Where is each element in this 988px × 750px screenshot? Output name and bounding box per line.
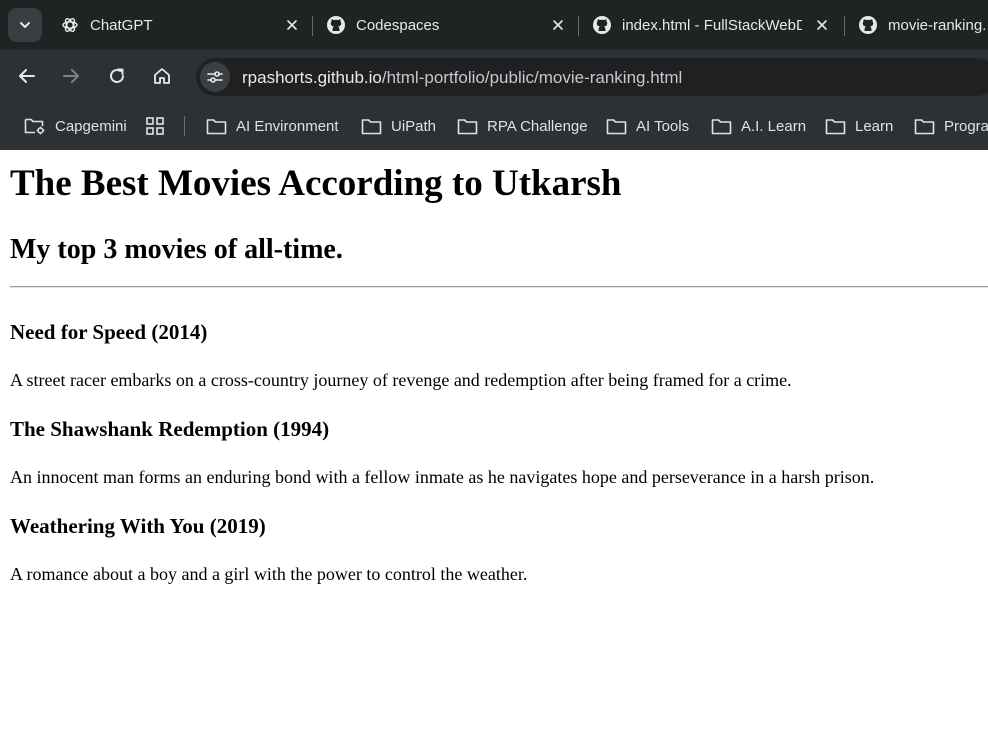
tab-title: Codespaces — [356, 16, 440, 34]
folder-icon — [606, 118, 627, 134]
arrow-right-icon — [63, 69, 79, 83]
web-page: The Best Movies According to Utkarsh My … — [0, 150, 988, 750]
movie-description: An innocent man forms an enduring bond w… — [10, 467, 875, 487]
bookmark-label: Learn — [855, 117, 894, 135]
url-domain: rpashorts.github.io — [242, 68, 382, 87]
apps-grid-icon — [146, 117, 164, 135]
close-tab-icon[interactable] — [814, 17, 830, 33]
bookmark-folder-ai-environment[interactable]: AI Environment — [206, 116, 339, 136]
tab-codespaces[interactable]: Codespaces — [326, 6, 566, 44]
bookmarks-divider — [184, 116, 185, 136]
folder-icon — [206, 118, 227, 134]
bookmark-label: AI Tools — [636, 117, 690, 135]
github-logo-icon — [326, 15, 346, 35]
page-title: The Best Movies According to Utkarsh — [10, 163, 622, 204]
tab-chatgpt[interactable]: ChatGPT — [60, 6, 300, 44]
github-logo-icon — [858, 15, 878, 35]
arrow-left-icon — [19, 69, 35, 83]
reload-button[interactable] — [104, 63, 130, 89]
bookmark-label: Capgemini — [55, 117, 127, 135]
tab-strip: ChatGPT Codespaces index.html - FullStac… — [0, 0, 988, 50]
back-button[interactable] — [14, 63, 40, 89]
bookmark-label: AI Environment — [236, 117, 339, 135]
movie-title: The Shawshank Redemption (1994) — [10, 417, 330, 441]
reload-icon — [110, 68, 124, 83]
bookmark-capgemini[interactable]: Capgemini — [24, 116, 127, 136]
address-bar[interactable]: rpashorts.github.io/html-portfolio/publi… — [196, 58, 988, 96]
bookmark-label: Progra — [944, 117, 988, 135]
bookmark-folder-learn[interactable]: Learn — [825, 116, 893, 136]
page-subtitle: My top 3 movies of all-time. — [10, 234, 343, 265]
tab-search-button[interactable] — [8, 8, 42, 42]
bookmark-folder-programming[interactable]: Progra — [914, 116, 988, 136]
github-logo-icon — [592, 15, 612, 35]
bookmarks-bar: Capgemini AI Environment UiPath RPA Chal… — [0, 100, 988, 150]
forward-button[interactable] — [58, 63, 84, 89]
apps-button[interactable] — [146, 116, 173, 136]
tab-title: index.html - FullStackWebD — [622, 16, 802, 34]
divider — [10, 286, 988, 288]
bookmark-label: A.I. Learn — [741, 117, 807, 135]
browser-toolbar: rpashorts.github.io/html-portfolio/publi… — [0, 50, 988, 100]
bookmark-folder-ai-tools[interactable]: AI Tools — [606, 116, 689, 136]
site-info-button[interactable] — [200, 62, 230, 92]
tab-movie-ranking[interactable]: movie-ranking. — [858, 6, 988, 44]
tune-icon — [207, 71, 223, 83]
bookmark-folder-rpa-challenge[interactable]: RPA Challenge — [457, 116, 588, 136]
tab-index-html[interactable]: index.html - FullStackWebD — [592, 6, 830, 44]
folder-icon — [361, 118, 382, 134]
movie-title: Weathering With You (2019) — [10, 514, 266, 538]
tab-divider — [844, 16, 845, 36]
chevron-down-icon — [20, 22, 30, 28]
home-button[interactable] — [149, 63, 175, 89]
tab-title: ChatGPT — [90, 16, 153, 34]
bookmark-label: RPA Challenge — [487, 117, 588, 135]
close-tab-icon[interactable] — [284, 17, 300, 33]
tab-divider — [578, 16, 579, 36]
folder-icon — [914, 118, 935, 134]
folder-icon — [711, 118, 732, 134]
url-text[interactable]: rpashorts.github.io/html-portfolio/publi… — [242, 68, 682, 88]
bookmark-folder-ai-learn[interactable]: A.I. Learn — [711, 116, 806, 136]
managed-folder-icon — [24, 118, 45, 135]
chatgpt-logo-icon — [60, 15, 80, 35]
movie-description: A romance about a boy and a girl with th… — [10, 564, 528, 584]
bookmark-label: UiPath — [391, 117, 437, 135]
tab-divider — [312, 16, 313, 36]
movie-title: Need for Speed (2014) — [10, 320, 208, 344]
tab-title: movie-ranking. — [888, 16, 987, 34]
url-path: /html-portfolio/public/movie-ranking.htm… — [381, 68, 683, 87]
close-tab-icon[interactable] — [550, 17, 566, 33]
bookmark-folder-uipath[interactable]: UiPath — [361, 116, 436, 136]
home-icon — [154, 68, 170, 84]
folder-icon — [825, 118, 846, 134]
movie-description: A street racer embarks on a cross-countr… — [10, 370, 792, 390]
folder-icon — [457, 118, 478, 134]
